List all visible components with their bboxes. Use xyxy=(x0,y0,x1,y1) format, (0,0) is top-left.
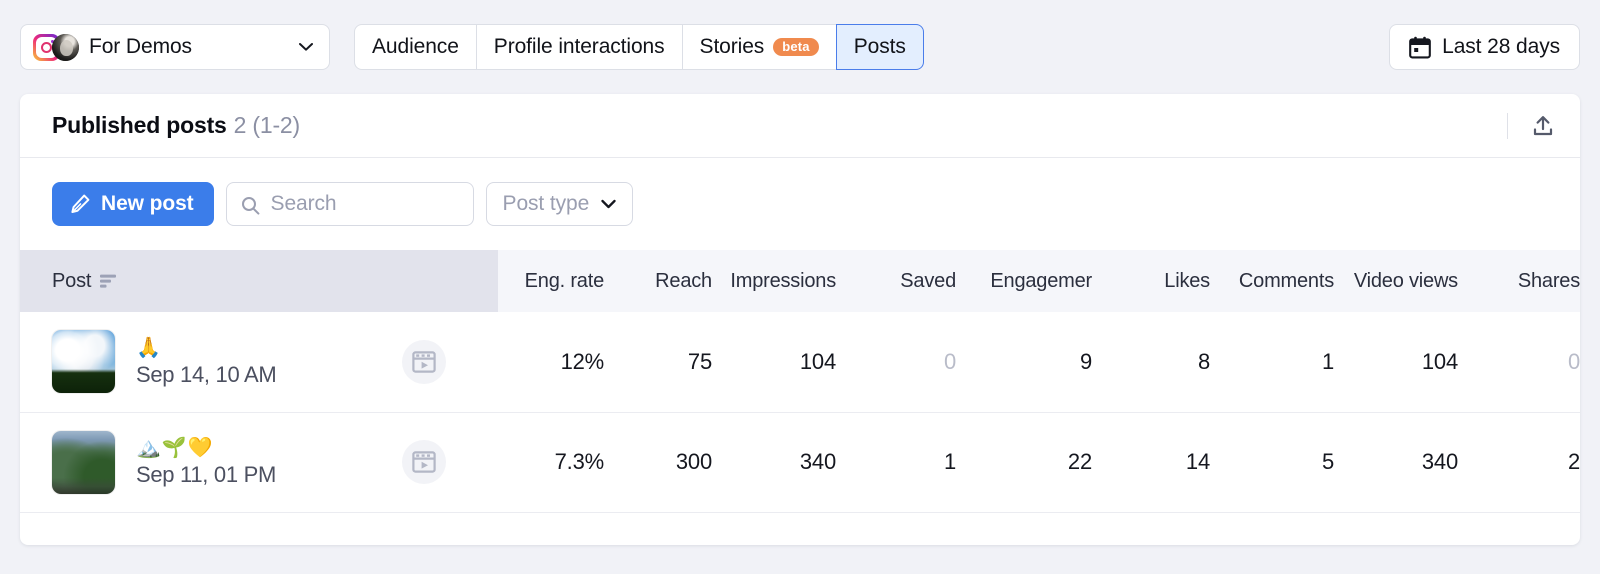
column-header-reach[interactable]: Reach xyxy=(604,250,712,312)
tab-profile-interactions[interactable]: Profile interactions xyxy=(476,24,683,70)
cell-saved: 1 xyxy=(836,412,956,513)
card-header: Published posts 2 (1-2) xyxy=(20,94,1580,158)
avatar xyxy=(52,34,79,61)
section-tabs: Audience Profile interactions Stories be… xyxy=(354,24,924,70)
column-header-saved-label: Saved xyxy=(900,269,956,292)
new-post-label: New post xyxy=(101,192,194,215)
page-title: Published posts 2 (1-2) xyxy=(20,112,300,139)
post-type-label: Post type xyxy=(502,192,590,215)
cell-shares: 2 xyxy=(1458,412,1580,513)
column-header-post[interactable]: Post xyxy=(20,250,498,312)
column-header-eng-rate[interactable]: Eng. rate xyxy=(498,250,604,312)
cell-eng-rate: 7.3% xyxy=(498,412,604,513)
table-header-row: Post Eng. rate Reach Impressions Saved E… xyxy=(20,250,1580,312)
post-caption: 🏔️🌱💛 xyxy=(136,437,214,459)
cell-saved: 0 xyxy=(836,312,956,413)
column-header-comments-label: Comments xyxy=(1238,269,1334,292)
column-header-eng-rate-label: Eng. rate xyxy=(524,269,604,292)
posts-table: Post Eng. rate Reach Impressions Saved E… xyxy=(20,250,1580,513)
column-header-likes-label: Likes xyxy=(1164,269,1210,292)
pencil-icon xyxy=(71,194,90,213)
cell-shares: 0 xyxy=(1458,312,1580,413)
chevron-down-icon xyxy=(299,43,313,51)
cell-impressions: 340 xyxy=(712,412,836,513)
cell-eng-rate: 12% xyxy=(498,312,604,413)
date-range-picker[interactable]: Last 28 days xyxy=(1389,24,1580,70)
beta-badge: beta xyxy=(773,38,819,56)
table-row[interactable]: 🏔️🌱💛 Sep 11, 01 PM 7.3% 300 340 1 22 14 … xyxy=(20,412,1580,513)
top-bar: For Demos Audience Profile interactions … xyxy=(0,0,1600,94)
cell-likes: 8 xyxy=(1092,312,1210,413)
column-header-saved[interactable]: Saved xyxy=(836,250,956,312)
post-date: Sep 14, 10 AM xyxy=(136,361,277,387)
column-header-video-views-label: Video views xyxy=(1353,269,1458,292)
post-thumbnail xyxy=(52,330,115,394)
published-posts-card: Published posts 2 (1-2) New post Search … xyxy=(20,94,1580,545)
cell-likes: 14 xyxy=(1092,412,1210,513)
chevron-down-icon xyxy=(601,199,616,209)
tab-posts-label: Posts xyxy=(853,35,906,58)
tab-audience-label: Audience xyxy=(372,35,459,58)
column-header-video-views[interactable]: Video views xyxy=(1334,250,1458,312)
tab-stories-label: Stories xyxy=(699,35,765,58)
reel-icon xyxy=(402,339,446,384)
column-header-shares[interactable]: Shares xyxy=(1458,250,1580,312)
column-header-impressions-label: Impressions xyxy=(730,269,836,292)
card-title-text: Published posts xyxy=(52,112,227,138)
post-thumbnail xyxy=(52,430,115,494)
column-header-impressions[interactable]: Impressions xyxy=(712,250,836,312)
cell-engagement: 22 xyxy=(956,412,1092,513)
column-header-likes[interactable]: Likes xyxy=(1092,250,1210,312)
column-header-comments[interactable]: Comments xyxy=(1210,250,1334,312)
post-cell[interactable]: 🏔️🌱💛 Sep 11, 01 PM xyxy=(20,412,498,513)
search-input[interactable] xyxy=(268,191,459,217)
tab-audience[interactable]: Audience xyxy=(354,24,477,70)
column-header-reach-label: Reach xyxy=(655,269,712,292)
post-caption: 🙏 xyxy=(136,336,162,359)
tab-stories[interactable]: Stories beta xyxy=(682,24,837,70)
account-name: For Demos xyxy=(89,35,192,58)
cell-comments: 5 xyxy=(1210,412,1334,513)
new-post-button[interactable]: New post xyxy=(52,182,214,226)
calendar-icon xyxy=(1409,36,1431,58)
card-header-actions xyxy=(1507,94,1558,158)
analytics-posts-page: For Demos Audience Profile interactions … xyxy=(0,0,1600,574)
cell-comments: 1 xyxy=(1210,312,1334,413)
cell-reach: 75 xyxy=(604,312,712,413)
cell-video-views: 340 xyxy=(1334,412,1458,513)
tab-posts[interactable]: Posts xyxy=(835,24,924,70)
account-selector[interactable]: For Demos xyxy=(20,24,330,70)
cell-engagement: 9 xyxy=(956,312,1092,413)
column-header-engagement-label: Engagemer xyxy=(990,269,1092,292)
post-type-filter[interactable]: Post type xyxy=(485,182,634,226)
cell-video-views: 104 xyxy=(1334,312,1458,413)
posts-toolbar: New post Post type xyxy=(20,158,1580,250)
post-date: Sep 11, 01 PM xyxy=(136,462,277,487)
tab-profile-interactions-label: Profile interactions xyxy=(493,35,665,58)
export-button[interactable] xyxy=(1528,111,1558,141)
column-header-engagement[interactable]: Engagemer xyxy=(956,250,1092,312)
search-icon xyxy=(241,197,259,215)
export-icon xyxy=(1533,116,1553,136)
cell-reach: 300 xyxy=(604,412,712,513)
divider xyxy=(1507,113,1508,139)
table-row[interactable]: 🙏 Sep 14, 10 AM 12% 75 104 0 9 8 1 104 0 xyxy=(20,312,1580,413)
sort-descending-icon xyxy=(100,274,117,288)
post-cell[interactable]: 🙏 Sep 14, 10 AM xyxy=(20,312,498,413)
account-avatar-group xyxy=(33,32,79,62)
date-range-label: Last 28 days xyxy=(1442,35,1560,58)
column-header-shares-label: Shares xyxy=(1517,269,1580,292)
search-box[interactable] xyxy=(225,182,474,226)
column-header-post-label: Post xyxy=(52,269,92,292)
card-count: 2 (1-2) xyxy=(233,112,301,138)
reel-icon xyxy=(402,440,446,484)
cell-impressions: 104 xyxy=(712,312,836,413)
